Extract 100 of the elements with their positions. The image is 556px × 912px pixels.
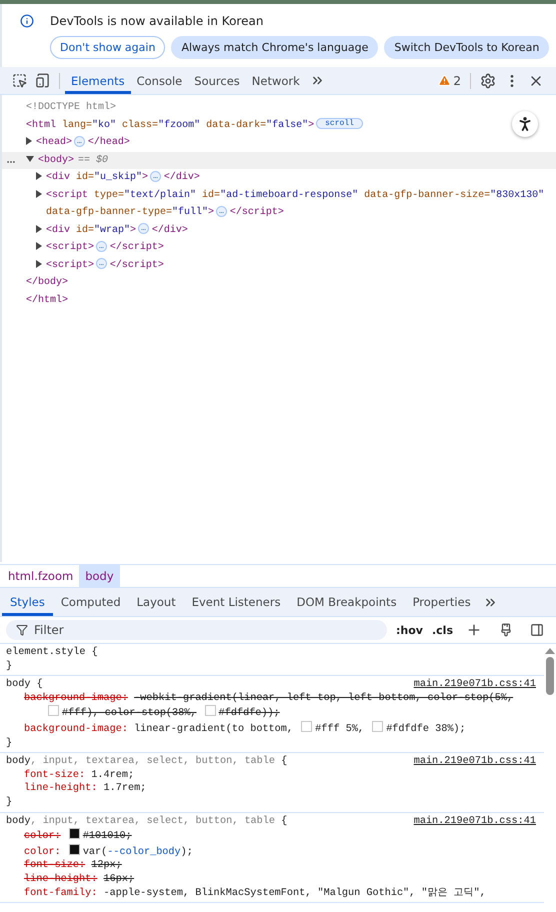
css-value: 1.4rem; — [91, 770, 134, 781]
html-tag-text[interactable]: <html lang="ko" class="fzoom" data-dark="false"> — [26, 120, 314, 130]
html-tag-text[interactable]: <!DOCTYPE html> — [26, 102, 116, 113]
css-value: #fff 5%, — [315, 724, 364, 735]
sidebar-tab[interactable]: Styles — [2, 588, 53, 616]
collapsed-triangle-icon[interactable] — [36, 224, 42, 233]
html-tag-text[interactable]: <script> — [46, 260, 94, 270]
css-value: 1.7rem; — [104, 783, 146, 794]
css-value: linear-gradient(to bottom, — [134, 724, 294, 735]
html-tag-text[interactable]: <script type="text/plain" id="ad-timeboard-response" data-gfp-banner-size="830x130" — [46, 190, 544, 200]
ellipsis-badge[interactable]: … — [150, 170, 161, 182]
node-reference-text: == $0 — [78, 154, 108, 166]
html-tag-text[interactable]: <body> — [38, 154, 74, 166]
infobar-button[interactable]: Don't show again — [50, 36, 166, 59]
breadcrumb[interactable]: html.fzoom — [2, 565, 80, 587]
ellipsis-badge[interactable]: … — [96, 258, 107, 270]
sidebar-tab[interactable]: Layout — [128, 588, 184, 616]
sidebar-tab[interactable]: DOM Breakpoints — [288, 588, 405, 616]
css-property: line-height: — [24, 783, 98, 794]
collapsed-triangle-icon[interactable] — [36, 242, 42, 250]
css-selector: element.style — [6, 647, 86, 658]
breadcrumb[interactable]: body — [79, 565, 120, 587]
css-value: 16px; — [104, 874, 134, 885]
panel-tab[interactable]: Sources — [188, 67, 246, 94]
expanded-triangle-icon[interactable] — [26, 156, 34, 162]
scroll-badge[interactable]: scroll — [316, 118, 363, 130]
accessibility-button[interactable] — [512, 111, 538, 137]
html-tag-text[interactable]: <script> — [46, 242, 94, 253]
brace-text: } — [6, 738, 12, 749]
css-property: font-size: — [24, 860, 86, 872]
warning-icon[interactable] — [438, 74, 452, 87]
source-link[interactable]: main.219e071b.css:41 — [414, 814, 536, 828]
sidebar-tab[interactable]: Computed — [52, 588, 129, 616]
collapsed-triangle-icon[interactable] — [36, 190, 42, 198]
brace-text: { — [281, 816, 288, 827]
sidebar-tab[interactable]: Properties — [404, 588, 479, 616]
closing-tag-text: </script> — [110, 260, 164, 270]
ellipsis-badge[interactable]: … — [138, 223, 149, 234]
brace-text: { — [281, 756, 288, 768]
brace-text: { — [92, 647, 98, 658]
closing-tag-text: </div> — [164, 172, 200, 183]
css-selector: , input, textarea, select, button, table — [30, 816, 276, 827]
brace-text: } — [6, 796, 12, 808]
hover-state-button[interactable]: :hov — [396, 624, 423, 636]
closing-tag-text: </body> — [26, 277, 68, 288]
ellipsis-badge[interactable]: … — [74, 136, 85, 147]
warnings-count[interactable]: 2 — [451, 74, 465, 88]
infobar-message: DevTools is now available in Korean — [50, 14, 264, 28]
sidebar-tab[interactable]: Event Listeners — [184, 588, 289, 616]
css-value: #fdfdfe)); — [218, 708, 280, 720]
color-swatch[interactable] — [68, 844, 80, 855]
source-link[interactable]: main.219e071b.css:41 — [414, 678, 536, 692]
filter-field[interactable]: Filter — [6, 620, 387, 640]
html-tag-text[interactable]: <div id="u_skip"> — [46, 172, 148, 183]
css-property: background-image: — [24, 724, 128, 735]
css-selector: , input, textarea, select, button, table — [30, 756, 276, 768]
closing-tag-text: </script> — [110, 242, 164, 253]
html-tag-text[interactable]: <div id="wrap"> — [46, 224, 136, 236]
css-property: font-family: — [24, 888, 98, 898]
ellipsis-badge[interactable]: … — [216, 206, 227, 217]
css-value: #fff), color-stop(38%, — [62, 708, 196, 720]
class-toggle-button[interactable]: .cls — [432, 624, 453, 636]
closing-tag-text: </head> — [88, 137, 130, 148]
html-tag-text[interactable]: <head> — [36, 137, 72, 148]
css-value: -webkit-gradient(linear, left top, left bottom, color-stop(5%, — [134, 692, 514, 704]
color-swatch[interactable] — [372, 720, 384, 732]
brace-text: { — [36, 679, 43, 690]
css-selector: body — [6, 679, 30, 690]
css-value: ); — [180, 846, 193, 858]
collapsed-triangle-icon[interactable] — [36, 172, 42, 180]
css-property: color: — [24, 831, 61, 842]
infobar-button[interactable]: Always match Chrome's language — [171, 36, 378, 59]
css-property: font-size: — [24, 770, 86, 781]
css-property: background-image: — [24, 692, 128, 704]
source-link[interactable]: main.219e071b.css:41 — [414, 755, 536, 769]
closing-tag-text: </script> — [230, 207, 284, 218]
info-icon — [20, 14, 34, 28]
css-property: color: — [24, 846, 61, 858]
css-value: #fdfdfe 38%); — [386, 724, 466, 735]
css-value: 12px; — [91, 860, 122, 872]
color-swatch[interactable] — [301, 720, 312, 732]
brace-text: } — [6, 660, 12, 672]
variable-link[interactable]: --color_body — [107, 846, 181, 858]
css-value: #101010; — [82, 831, 132, 842]
ellipsis-badge[interactable]: … — [96, 240, 107, 252]
closing-tag-text: </html> — [26, 294, 68, 306]
color-swatch[interactable] — [68, 828, 80, 840]
panel-tab[interactable]: Console — [130, 67, 188, 94]
css-property: line-height: — [24, 874, 98, 885]
panel-tab[interactable]: Elements — [65, 67, 131, 94]
color-swatch[interactable] — [204, 705, 216, 716]
css-selector: body — [6, 756, 30, 768]
html-tag-text[interactable]: data-gfp-banner-type="full"> — [46, 207, 214, 218]
color-swatch[interactable] — [48, 705, 59, 716]
collapsed-triangle-icon[interactable] — [26, 137, 32, 146]
panel-tab[interactable]: Network — [246, 67, 306, 94]
closing-tag-text: </div> — [152, 224, 188, 236]
css-value: var( — [82, 846, 108, 858]
collapsed-triangle-icon[interactable] — [36, 260, 42, 268]
infobar-button[interactable]: Switch DevTools to Korean — [384, 36, 550, 59]
